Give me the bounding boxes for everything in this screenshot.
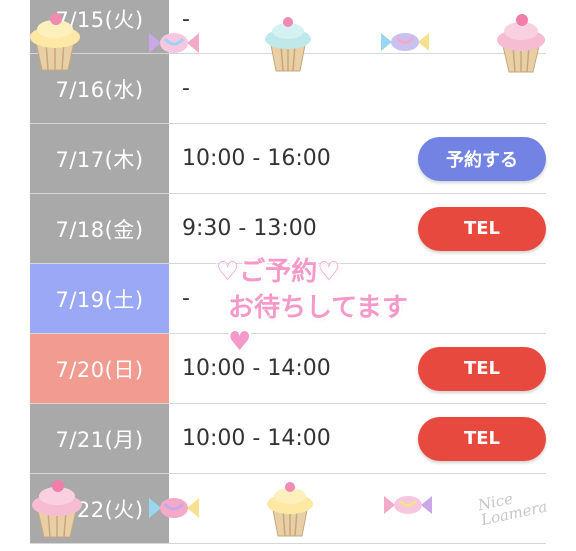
cupcake-icon — [497, 14, 545, 73]
schedule-row: 7/18(金) 9:30 - 13:00 TEL — [30, 194, 546, 264]
candy-icon — [149, 498, 199, 518]
tel-button[interactable]: TEL — [418, 416, 546, 461]
reserve-button[interactable]: 予約する — [418, 136, 546, 181]
date-cell: 7/18(金) — [30, 194, 169, 263]
tel-button[interactable]: TEL — [418, 206, 546, 251]
date-cell: 7/21(月) — [30, 404, 169, 473]
date-cell-saturday: 7/19(土) — [30, 264, 169, 333]
date-cell-sunday: 7/20(日) — [30, 334, 169, 403]
candy-icon — [149, 33, 199, 53]
stamp-line-2: お待ちしてます♥ — [228, 293, 408, 357]
candy-icon — [384, 496, 432, 514]
date-cell: 7/17(木) — [30, 124, 169, 193]
hours-cell: - — [182, 76, 190, 101]
schedule-row: 7/17(木) 10:00 - 16:00 予約する — [30, 124, 546, 194]
tel-button[interactable]: TEL — [418, 346, 546, 391]
cupcake-icon — [30, 13, 80, 71]
stamp-line-1: ♡ご予約♡ — [216, 257, 341, 287]
hours-cell: 10:00 - 14:00 — [182, 426, 331, 451]
candy-icon — [381, 33, 429, 51]
hours-cell: 10:00 - 16:00 — [182, 146, 331, 171]
hours-cell: - — [182, 286, 190, 311]
reservation-stamp: ♡ご予約♡ お待ちしてます♥ — [200, 255, 415, 357]
cupcake-icon — [265, 17, 311, 72]
schedule-row: 7/21(月) 10:00 - 14:00 TEL — [30, 404, 546, 474]
hours-cell: 9:30 - 13:00 — [182, 216, 317, 241]
cupcake-icon — [32, 480, 82, 538]
cupcake-icon — [267, 482, 313, 537]
